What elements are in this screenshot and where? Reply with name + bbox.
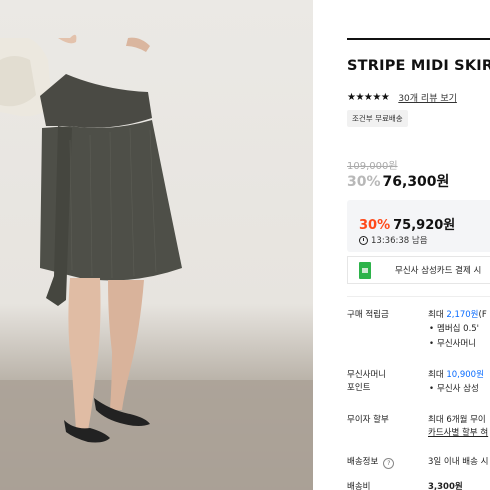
points-bullet-membership: 멤버십 0.5' xyxy=(428,322,487,337)
installment-value: 최대 6개월 무이 카드사별 할부 혀 xyxy=(428,414,488,440)
money-points-label-line2: 포인트 xyxy=(347,383,371,393)
points-row: 구매 적립금 최대 2,170원(F 멤버십 0.5' 무신사머니 xyxy=(347,309,490,359)
top-divider xyxy=(347,38,490,40)
coupon-discount-rate: 30% xyxy=(359,218,391,233)
price-row: 30% 76,300원 xyxy=(347,171,449,191)
shipping-fee-row: 배송비 3,300원 xyxy=(347,481,490,490)
money-points-value: 최대 10,900원 무신사 삼성 xyxy=(428,369,484,397)
samsung-card-icon xyxy=(359,261,371,279)
shipping-fee-value: 3,300원 xyxy=(428,482,463,490)
star-rating-icon: ★★★★★ xyxy=(347,92,390,103)
money-points-bullet: 무신사 삼성 xyxy=(428,382,484,397)
delivery-label-wrap: 배송정보? xyxy=(347,456,417,469)
delivery-row: 배송정보? 3일 이내 배송 시 xyxy=(347,456,490,470)
sale-price: 76,300원 xyxy=(382,174,450,190)
installment-label: 무이자 할부 xyxy=(347,415,389,425)
product-title: STRIPE MIDI SKIRT xyxy=(347,58,490,74)
rating-row: ★★★★★ 30개 리뷰 보기 xyxy=(347,91,457,104)
points-amount: 2,170원 xyxy=(446,310,479,320)
points-prefix: 최대 xyxy=(428,310,447,320)
shipping-fee-label: 배송비 xyxy=(347,482,371,490)
money-points-label-line1: 무신사머니 xyxy=(347,370,387,380)
coupon-price: 75,920원 xyxy=(393,218,456,233)
product-image[interactable] xyxy=(0,0,313,490)
original-price: 109,000원 xyxy=(347,161,398,172)
money-points-row: 무신사머니 포인트 최대 10,900원 무신사 삼성 xyxy=(347,369,490,401)
coupon-timer: 13:36:38 남음 xyxy=(371,236,428,246)
coupon-timer-row: 13:36:38 남음 xyxy=(359,234,428,246)
delivery-value: 3일 이내 배송 시 xyxy=(428,457,489,467)
installment-line1: 최대 6개월 무이 xyxy=(428,415,486,425)
points-suffix: (F xyxy=(478,310,487,320)
help-icon[interactable]: ? xyxy=(383,458,395,469)
review-count-link[interactable]: 30개 리뷰 보기 xyxy=(398,91,457,104)
points-value: 최대 2,170원(F 멤버십 0.5' 무신사머니 xyxy=(428,309,487,352)
delivery-label: 배송정보 xyxy=(347,457,379,467)
discount-rate: 30% xyxy=(347,174,381,190)
installment-line2-link[interactable]: 카드사별 할부 혀 xyxy=(428,428,488,438)
installment-row: 무이자 할부 최대 6개월 무이 카드사별 할부 혀 xyxy=(347,414,490,442)
card-promo-banner[interactable]: 무신사 삼성카드 결제 시 xyxy=(347,256,490,284)
coupon-price-box[interactable]: 30% 75,920원 13:36:38 남음 xyxy=(347,200,490,252)
money-points-amount: 10,900원 xyxy=(446,370,484,380)
clock-icon xyxy=(359,235,368,245)
points-bullet-money: 무신사머니 xyxy=(428,337,487,352)
shipping-badge: 조건부 무료배송 xyxy=(347,110,408,127)
section-divider xyxy=(347,296,490,297)
product-info-panel: STRIPE MIDI SKIRT ★★★★★ 30개 리뷰 보기 조건부 무료… xyxy=(347,0,490,490)
card-promo-text: 무신사 삼성카드 결제 시 xyxy=(395,266,482,276)
points-label: 구매 적립금 xyxy=(347,310,389,320)
money-points-prefix: 최대 xyxy=(428,370,447,380)
coupon-price-row: 30% 75,920원 xyxy=(359,214,455,233)
money-points-label: 무신사머니 포인트 xyxy=(347,369,417,395)
